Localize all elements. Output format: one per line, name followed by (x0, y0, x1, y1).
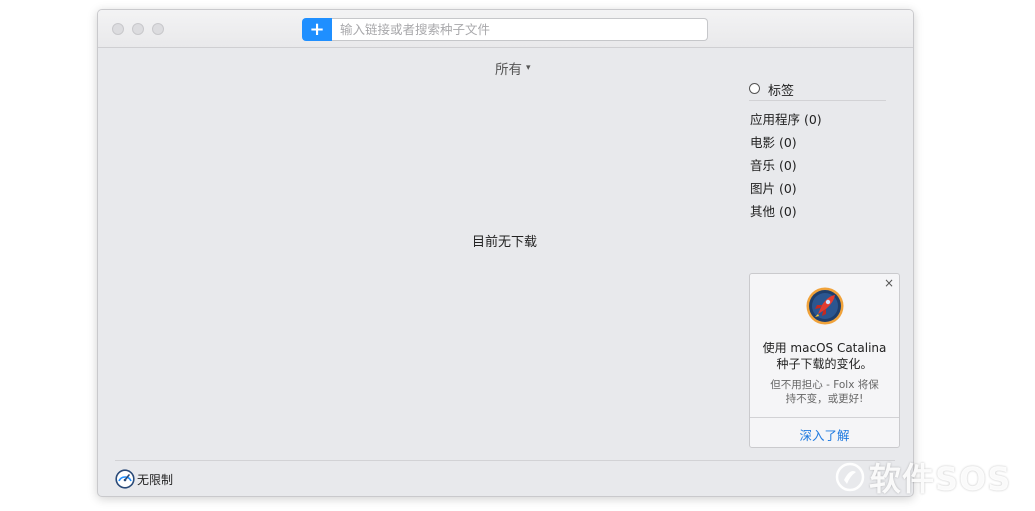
app-window: + 所有 ▾ 目前无下载 标签 应用程序 (0) 电影 (0) 音乐 (0) 图… (97, 9, 914, 497)
close-window-button[interactable] (112, 23, 124, 35)
learn-more-link[interactable]: 深入了解 (750, 425, 899, 444)
tags-title: 标签 (768, 84, 795, 99)
tags-header[interactable]: 标签 (749, 82, 886, 101)
filter-label: 所有 (495, 62, 522, 78)
promo-sub-line1: 但不用担心 - Folx 将保 (770, 379, 879, 391)
speed-limit-label: 无限制 (137, 472, 174, 487)
minimize-window-button[interactable] (132, 23, 144, 35)
rocket-icon (806, 287, 844, 325)
tag-item-apps[interactable]: 应用程序 (0) (750, 112, 822, 135)
speed-limit-control[interactable]: 无限制 (115, 469, 173, 489)
speedometer-icon (115, 469, 135, 489)
promo-card: × 使用 macOS Catalina 种子下载的变化。 但不用担心 - Fol… (749, 273, 900, 448)
add-download-button[interactable]: + (302, 18, 332, 41)
search-input[interactable] (332, 18, 708, 41)
empty-state-message: 目前无下载 (472, 235, 538, 250)
tag-item-music[interactable]: 音乐 (0) (750, 158, 822, 181)
watermark: 软件SOS (835, 454, 1011, 500)
close-icon[interactable]: × (884, 276, 894, 290)
tag-item-movies[interactable]: 电影 (0) (750, 135, 822, 158)
promo-title-line2: 种子下载的变化。 (776, 357, 873, 371)
titlebar: + (98, 10, 913, 48)
plus-icon: + (309, 19, 325, 40)
status-divider (115, 460, 895, 461)
promo-divider (750, 417, 899, 418)
promo-subtitle: 但不用担心 - Folx 将保 持不变，或更好! (750, 378, 899, 406)
tags-toggle-radio[interactable] (749, 83, 760, 94)
promo-title-line1: 使用 macOS Catalina (762, 341, 887, 355)
promo-title: 使用 macOS Catalina 种子下载的变化。 (750, 340, 899, 372)
filter-dropdown[interactable]: 所有 ▾ (495, 58, 531, 78)
tag-item-pictures[interactable]: 图片 (0) (750, 181, 822, 204)
watermark-text: 软件SOS (869, 460, 1012, 498)
chevron-down-icon: ▾ (526, 63, 531, 73)
tag-item-other[interactable]: 其他 (0) (750, 204, 822, 227)
promo-sub-line2: 持不变，或更好! (785, 393, 864, 405)
zoom-window-button[interactable] (152, 23, 164, 35)
watermark-logo-icon (835, 462, 865, 492)
tag-list: 应用程序 (0) 电影 (0) 音乐 (0) 图片 (0) 其他 (0) (750, 112, 822, 227)
